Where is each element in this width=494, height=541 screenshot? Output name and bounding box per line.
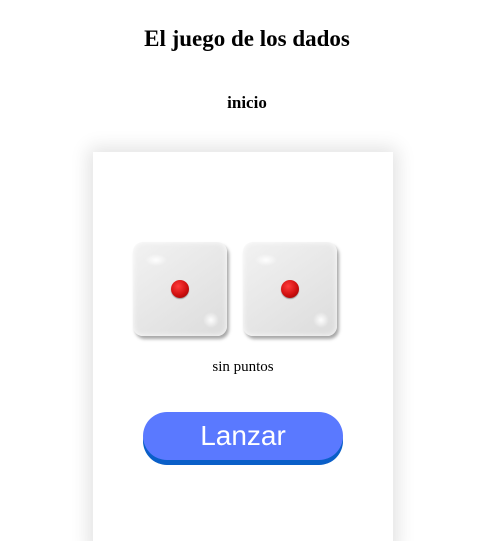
die-highlight [255,254,277,266]
page-title: El juego de los dados [144,26,350,51]
game-status: inicio [227,93,267,112]
game-card: sin puntos Lanzar [93,152,393,541]
die-1 [133,242,227,336]
dice-row [133,242,353,342]
points-text: sin puntos [212,359,274,375]
die-highlight [313,312,329,328]
die-2 [243,242,337,336]
die-highlight [145,254,167,266]
die-highlight [203,312,219,328]
roll-button[interactable]: Lanzar [143,412,343,460]
die-pip-icon [171,280,189,298]
die-pip-icon [281,280,299,298]
